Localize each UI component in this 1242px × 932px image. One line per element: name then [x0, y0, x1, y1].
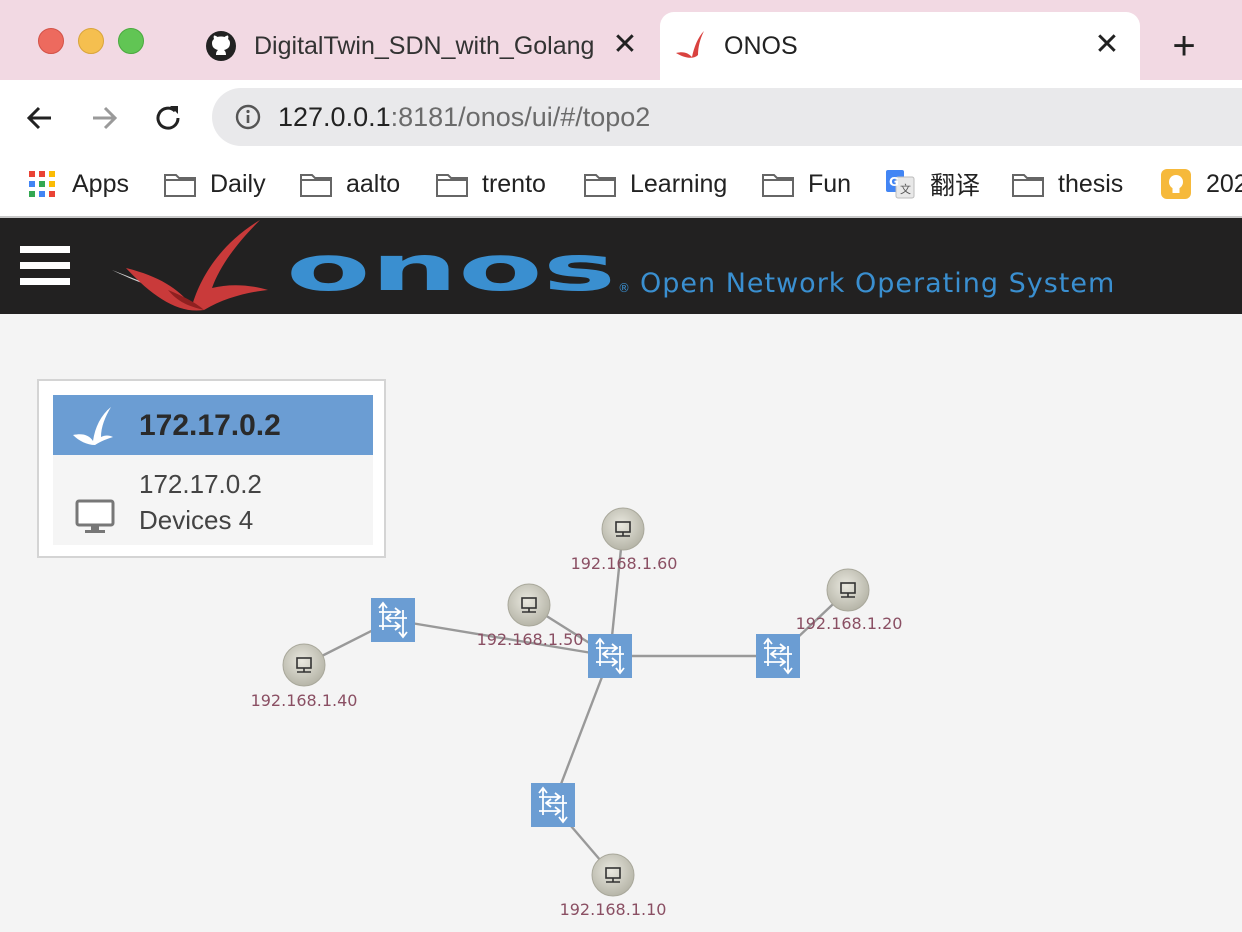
host-label: 192.168.1.40 — [251, 691, 358, 710]
folder-icon — [436, 170, 468, 198]
cluster-ip: 172.17.0.2 — [139, 469, 262, 499]
host-label: 192.168.1.60 — [571, 554, 678, 573]
info-icon[interactable] — [234, 103, 262, 131]
host-label: 192.168.1.50 — [477, 630, 584, 649]
browser-toolbar: 127.0.0.1:8181/onos/ui/#/topo2 — [0, 80, 1242, 154]
close-icon[interactable]: ✕ — [610, 30, 640, 60]
apps-grid-icon — [26, 170, 58, 198]
folder-icon — [1012, 170, 1044, 198]
switch-device[interactable] — [755, 633, 801, 679]
onos-masthead: onos ® Open Network Operating System — [0, 218, 1242, 314]
host-label: 192.168.1.10 — [560, 900, 667, 919]
svg-text:onos: onos — [286, 244, 616, 294]
switch-device[interactable] — [530, 782, 576, 828]
onos-bird-icon — [674, 29, 708, 63]
host-label: 192.168.1.20 — [796, 614, 903, 633]
panel-title: 172.17.0.2 — [139, 409, 281, 442]
reload-icon[interactable] — [146, 96, 190, 140]
svg-text:®: ® — [618, 281, 630, 294]
tab-onos[interactable]: ONOS ✕ — [660, 12, 1140, 80]
google-translate-icon: G 文 — [884, 170, 916, 199]
computer-icon — [75, 499, 115, 533]
bookmark-202[interactable]: 202 — [1160, 164, 1242, 204]
folder-icon — [164, 170, 196, 198]
tab-title: DigitalTwin_SDN_with_Golang/ — [254, 31, 594, 60]
address-bar[interactable]: 127.0.0.1:8181/onos/ui/#/topo2 — [212, 88, 1242, 146]
new-tab-button[interactable]: + — [1162, 24, 1206, 68]
onos-bird-icon — [73, 407, 113, 445]
summary-panel: 172.17.0.2 172.17.0.2 Devices 4 — [37, 379, 386, 558]
bookmark-fun[interactable]: Fun — [762, 164, 851, 204]
bookmark-learning[interactable]: Learning — [584, 164, 727, 204]
host-node[interactable] — [507, 583, 551, 627]
onos-tagline: Open Network Operating System — [640, 268, 1116, 299]
svg-text:文: 文 — [900, 182, 911, 196]
host-node[interactable] — [826, 568, 870, 612]
bookmark-translate[interactable]: G 文 翻译 — [884, 164, 980, 204]
bookmark-aalto[interactable]: aalto — [300, 164, 400, 204]
forward-arrow-icon[interactable] — [82, 96, 126, 140]
lightbulb-icon — [1160, 169, 1192, 199]
browser-tab-strip: DigitalTwin_SDN_with_Golang/ ✕ ONOS ✕ + — [0, 0, 1242, 80]
bookmark-thesis[interactable]: thesis — [1012, 164, 1123, 204]
tab-github[interactable]: DigitalTwin_SDN_with_Golang/ ✕ — [190, 12, 658, 80]
onos-bird-logo — [112, 220, 268, 311]
github-icon — [204, 29, 238, 63]
onos-wordmark: onos ® — [286, 244, 630, 294]
window-zoom-button[interactable] — [118, 28, 144, 54]
panel-header: 172.17.0.2 — [53, 395, 373, 455]
host-node[interactable] — [282, 643, 326, 687]
bookmarks-bar: Apps Daily aalto trento Learning Fun G 文… — [0, 154, 1242, 218]
back-arrow-icon[interactable] — [18, 96, 62, 140]
host-node[interactable] — [591, 853, 635, 897]
folder-icon — [300, 170, 332, 198]
device-count: Devices 4 — [139, 505, 254, 535]
folder-icon — [762, 170, 794, 198]
bookmark-apps[interactable]: Apps — [26, 164, 129, 204]
bookmark-daily[interactable]: Daily — [164, 164, 266, 204]
switch-device[interactable] — [587, 633, 633, 679]
folder-icon — [584, 170, 616, 198]
close-icon[interactable]: ✕ — [1092, 30, 1122, 60]
bookmark-trento[interactable]: trento — [436, 164, 546, 204]
svg-text:G: G — [889, 175, 899, 189]
window-minimize-button[interactable] — [78, 28, 104, 54]
host-node[interactable] — [601, 507, 645, 551]
url-text: 127.0.0.1:8181/onos/ui/#/topo2 — [278, 101, 651, 132]
tab-title: ONOS — [724, 31, 798, 60]
topology-links — [303, 528, 849, 876]
hamburger-menu-icon[interactable] — [20, 246, 70, 286]
panel-body: 172.17.0.2 Devices 4 — [53, 455, 373, 545]
link[interactable] — [551, 655, 612, 806]
window-close-button[interactable] — [38, 28, 64, 54]
switch-device[interactable] — [370, 597, 416, 643]
